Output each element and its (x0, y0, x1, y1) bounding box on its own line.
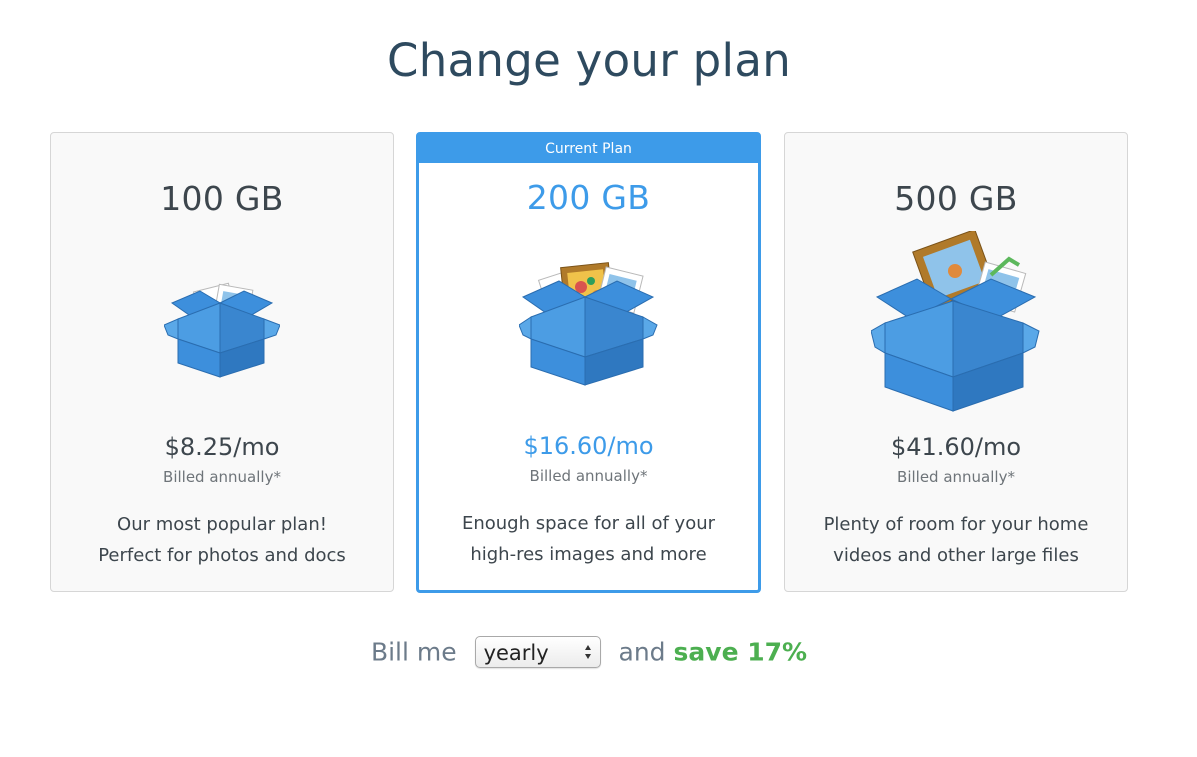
billing-note: Billed annually* (529, 467, 648, 485)
plan-price: $41.60/mo (890, 433, 1022, 461)
billing-note: Billed annually* (897, 468, 1015, 486)
open-box-icon (164, 282, 280, 378)
billing-note: Billed annually* (163, 468, 281, 486)
current-plan-badge: Current Plan (418, 134, 759, 163)
open-box-icon (519, 262, 658, 386)
plan-description-line: Perfect for photos and docs (98, 545, 346, 566)
plan-storage: 200 GB (526, 178, 651, 217)
plan-storage: 500 GB (894, 179, 1018, 218)
plan-description-line: Our most popular plan! (117, 514, 327, 535)
billing-middle: and (618, 637, 666, 667)
billing-prefix: Bill me (370, 637, 457, 667)
select-arrows-icon (584, 645, 591, 659)
plan-price: $8.25/mo (164, 433, 280, 461)
plan-storage: 100 GB (160, 179, 284, 218)
plan-card-200gb[interactable]: Current Plan 200 GB $16.60/mo Billed ann… (416, 132, 761, 593)
plan-description-line: Enough space for all of your (461, 513, 716, 534)
savings-text: save 17% (673, 637, 808, 667)
page-title: Change your plan (386, 34, 792, 87)
plan-description-line: high-res images and more (470, 544, 707, 565)
plan-price: $16.60/mo (523, 432, 654, 460)
plan-description-line: Plenty of room for your home (823, 514, 1089, 535)
billing-period-row: Bill me yearly and save 17% (0, 636, 1178, 668)
plan-card-100gb[interactable]: 100 GB $8.25/mo Billed annually* Our mos… (50, 132, 394, 592)
billing-period-select[interactable]: yearly (474, 636, 601, 668)
plan-card-500gb[interactable]: 500 GB $41.60/mo Billed annually* Plenty… (784, 132, 1128, 592)
billing-period-value: yearly (483, 641, 549, 665)
plan-description: Plenty of room for your home videos and … (785, 509, 1127, 571)
open-box-icon (871, 231, 1040, 412)
plan-description: Our most popular plan! Perfect for photo… (51, 509, 393, 571)
plan-description: Enough space for all of your high-res im… (419, 508, 758, 570)
plan-description-line: videos and other large files (833, 545, 1079, 566)
